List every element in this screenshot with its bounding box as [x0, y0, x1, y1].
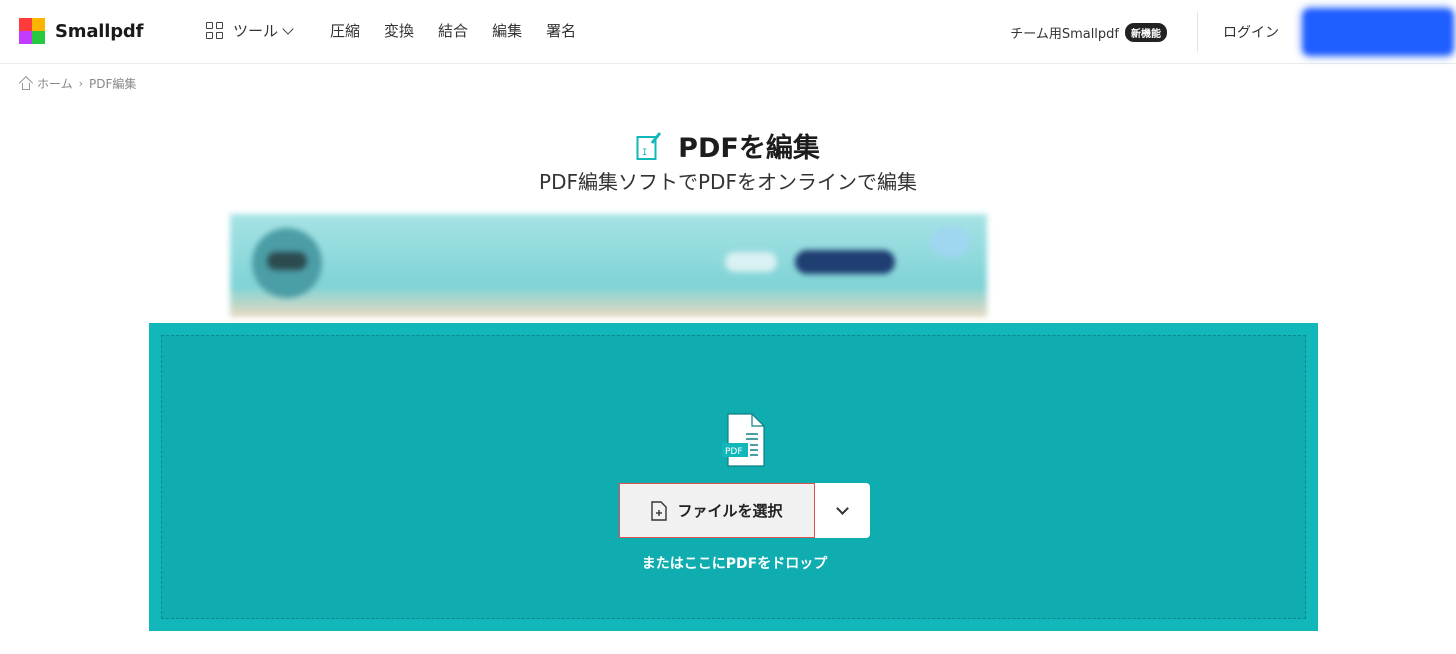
ad-pill	[725, 252, 777, 272]
tools-menu-button[interactable]: ツール	[206, 20, 294, 41]
ad-image	[252, 228, 322, 298]
pdf-file-icon: PDF	[722, 413, 765, 467]
login-link[interactable]: ログイン	[1223, 22, 1279, 42]
tools-label: ツール	[233, 22, 279, 40]
page-title-row: I PDFを編集	[0, 126, 1456, 165]
ad-cloud-image	[930, 226, 970, 258]
main-nav: ツール 圧縮 変換 結合 編集 署名	[206, 20, 576, 41]
page-subtitle: PDF編集ソフトでPDFをオンラインで編集	[539, 170, 917, 194]
file-select-group: ファイルを選択	[619, 483, 870, 538]
header-divider	[1197, 12, 1198, 52]
top-header: Smallpdf ツール 圧縮 変換 結合 編集 署名 チーム用Smallpdf…	[0, 0, 1456, 64]
breadcrumb-separator: ›	[78, 77, 84, 90]
advertisement-banner[interactable]	[230, 214, 987, 317]
breadcrumb-home[interactable]: ホーム	[37, 75, 73, 92]
edit-pdf-icon: I	[636, 131, 662, 160]
cta-button[interactable]	[1303, 9, 1453, 55]
choose-file-button[interactable]: ファイルを選択	[619, 483, 815, 538]
file-dropzone[interactable]: PDF ファイルを選択 またはここにPDFをドロップ	[149, 323, 1318, 631]
pdf-file-icon-label: PDF	[725, 447, 743, 457]
nav-item-compress[interactable]: 圧縮	[330, 20, 360, 41]
breadcrumb: ホーム › PDF編集	[18, 75, 137, 92]
chevron-down-icon	[282, 22, 294, 35]
nav-item-merge[interactable]: 結合	[438, 20, 468, 41]
choose-file-label: ファイルを選択	[677, 502, 783, 520]
new-feature-badge: 新機能	[1125, 22, 1167, 42]
header-actions: チーム用Smallpdf 新機能 ログイン	[1010, 0, 1456, 64]
logo-text: Smallpdf	[55, 20, 144, 42]
team-link[interactable]: チーム用Smallpdf 新機能	[1010, 22, 1167, 42]
page-title: PDFを編集	[678, 133, 820, 164]
grid-icon	[206, 21, 224, 40]
file-plus-icon	[651, 500, 668, 521]
team-link-label: チーム用Smallpdf	[1010, 26, 1119, 42]
drop-hint-text: またはここにPDFをドロップ	[641, 556, 828, 572]
svg-text:I: I	[642, 148, 647, 158]
dropzone-inner[interactable]: PDF ファイルを選択 またはここにPDFをドロップ	[161, 335, 1306, 619]
smallpdf-logo[interactable]: Smallpdf	[19, 18, 143, 44]
nav-item-edit[interactable]: 編集	[492, 20, 522, 41]
breadcrumb-current: PDF編集	[89, 77, 137, 91]
chevron-down-icon	[836, 501, 849, 515]
upload-options-dropdown[interactable]	[815, 483, 870, 538]
home-icon	[18, 75, 34, 91]
nav-item-sign[interactable]: 署名	[546, 20, 576, 41]
ad-button	[795, 250, 895, 274]
smallpdf-logo-icon	[19, 18, 45, 44]
nav-item-convert[interactable]: 変換	[384, 20, 414, 41]
